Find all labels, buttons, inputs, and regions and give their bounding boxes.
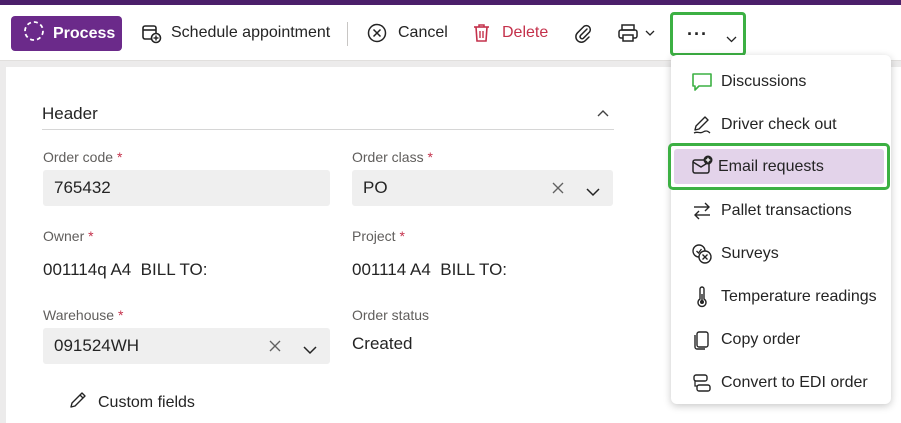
order-status-label: Order status xyxy=(352,307,430,323)
menu-item-label: Copy order xyxy=(721,330,801,348)
attach-button[interactable] xyxy=(574,5,592,61)
process-label: Process xyxy=(53,24,116,42)
chevron-down-icon xyxy=(645,29,655,37)
cancel-label: Cancel xyxy=(398,24,448,41)
clear-icon[interactable] xyxy=(551,180,565,200)
order-class-value: PO xyxy=(363,178,388,197)
copy-icon xyxy=(691,329,713,351)
more-label: ··· xyxy=(687,24,708,44)
mail-add-icon xyxy=(691,155,713,177)
delete-button[interactable]: Delete xyxy=(472,5,548,61)
chevron-down-icon[interactable] xyxy=(585,182,601,202)
chevron-down-icon[interactable] xyxy=(302,340,318,360)
owner-value[interactable]: 001114q A4 BILL TO: xyxy=(43,260,207,280)
menu-item-surveys[interactable]: Surveys xyxy=(671,232,891,275)
chevron-up-icon[interactable] xyxy=(596,105,610,123)
warehouse-value: 091524WH xyxy=(54,336,140,355)
survey-icon xyxy=(691,243,713,265)
project-label: Project * xyxy=(352,228,405,244)
menu-item-label: Email requests xyxy=(718,157,824,175)
arrows-swap-icon xyxy=(691,200,713,222)
paperclip-icon xyxy=(574,23,592,43)
thermometer-icon xyxy=(691,286,713,308)
project-value[interactable]: 001114 A4 BILL TO: xyxy=(352,260,507,280)
schedule-appointment-label: Schedule appointment xyxy=(171,24,331,41)
owner-label-text: Owner xyxy=(43,228,85,244)
order-status-value: Created xyxy=(352,334,413,353)
printer-icon xyxy=(617,23,639,43)
signature-icon xyxy=(691,114,713,136)
order-code-value: 765432 xyxy=(54,178,111,197)
required-marker: * xyxy=(427,149,433,165)
menu-item-driver-check-out[interactable]: Driver check out xyxy=(671,103,891,146)
menu-item-temperature-readings[interactable]: Temperature readings xyxy=(671,275,891,318)
menu-item-label: Discussions xyxy=(721,72,807,90)
required-marker: * xyxy=(399,228,405,244)
schedule-appointment-button[interactable]: Schedule appointment xyxy=(141,5,330,61)
convert-icon xyxy=(691,372,713,394)
menu-item-email-requests[interactable]: Email requests xyxy=(668,143,890,190)
custom-fields-button[interactable]: Custom fields xyxy=(58,390,195,415)
menu-item-label: Pallet transactions xyxy=(721,201,852,219)
delete-label: Delete xyxy=(502,24,549,41)
clear-icon[interactable] xyxy=(268,338,282,358)
menu-item-label: Convert to EDI order xyxy=(721,373,868,391)
command-bar: Process Schedule appointment Cancel Dele… xyxy=(0,5,901,61)
menu-item-discussions[interactable]: Discussions xyxy=(671,60,891,103)
menu-item-label: Driver check out xyxy=(721,115,837,133)
order-class-label: Order class * xyxy=(352,149,433,165)
menu-item-pallet-transactions[interactable]: Pallet transactions xyxy=(671,189,891,232)
chevron-down-icon xyxy=(726,30,737,48)
custom-fields-label: Custom fields xyxy=(98,393,195,411)
required-marker: * xyxy=(117,307,124,323)
menu-item-label: Surveys xyxy=(721,244,779,262)
process-icon xyxy=(23,20,45,47)
pencil-icon xyxy=(68,390,88,415)
owner-label: Owner * xyxy=(43,228,94,244)
order-class-dropdown[interactable]: PO xyxy=(352,170,613,206)
order-code-label: Order code * xyxy=(43,149,122,165)
process-button[interactable]: Process xyxy=(11,16,122,51)
cancel-circle-icon xyxy=(367,23,387,43)
section-divider xyxy=(42,129,614,130)
section-title: Header xyxy=(42,104,98,123)
required-marker: * xyxy=(88,228,94,244)
trash-icon xyxy=(472,23,491,43)
menu-item-label: Temperature readings xyxy=(721,287,877,305)
menu-item-copy-order[interactable]: Copy order xyxy=(671,318,891,361)
chat-icon xyxy=(691,71,713,93)
order-code-label-text: Order code xyxy=(43,149,114,165)
warehouse-label-text: Warehouse xyxy=(43,307,115,323)
calendar-add-icon xyxy=(141,23,162,44)
project-label-text: Project xyxy=(352,228,396,244)
toolbar-divider xyxy=(347,22,348,46)
required-marker: * xyxy=(116,149,123,165)
print-button[interactable] xyxy=(617,5,655,61)
order-class-label-text: Order class xyxy=(352,149,424,165)
more-commands-button[interactable]: ··· xyxy=(670,12,746,56)
cancel-button[interactable]: Cancel xyxy=(367,5,448,61)
warehouse-dropdown[interactable]: 091524WH xyxy=(43,328,330,364)
order-code-field[interactable]: 765432 xyxy=(43,170,330,206)
menu-item-convert-to-edi-order[interactable]: Convert to EDI order xyxy=(671,361,891,404)
more-commands-menu: Discussions Driver check out Email reque… xyxy=(668,55,891,404)
warehouse-label: Warehouse * xyxy=(43,307,123,323)
